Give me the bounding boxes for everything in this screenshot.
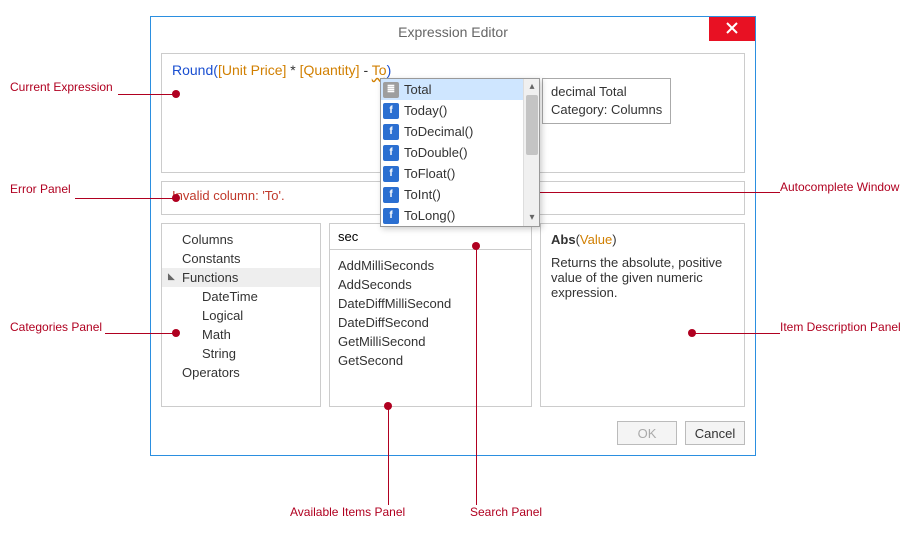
function-icon: f — [383, 124, 399, 140]
function-icon: f — [383, 166, 399, 182]
category-item[interactable]: Operators — [162, 363, 320, 382]
autocomplete-item-label: Total — [404, 83, 431, 96]
category-item[interactable]: Logical — [162, 306, 320, 325]
description-text: Returns the absolute, positive value of … — [551, 255, 734, 300]
current-expression-panel[interactable]: Round([Unit Price] * [Quantity] - To) ≣T… — [161, 53, 745, 173]
autocomplete-item[interactable]: f ToFloat() — [381, 163, 523, 184]
expr-partial-token: To — [372, 62, 387, 78]
search-input[interactable] — [330, 224, 531, 249]
tooltip-line1: decimal Total — [551, 83, 662, 101]
autocomplete-item-label: ToDecimal() — [404, 125, 473, 138]
callout-item-desc-panel: Item Description Panel — [780, 320, 901, 334]
expr-field-unit-price: [Unit Price] — [218, 62, 286, 78]
callout-available-items: Available Items Panel — [290, 505, 405, 519]
autocomplete-item[interactable]: f ToDouble() — [381, 142, 523, 163]
autocomplete-item-label: ToDouble() — [404, 146, 468, 159]
autocomplete-item[interactable]: f ToDecimal() — [381, 121, 523, 142]
lower-container: ColumnsConstantsFunctionsDateTimeLogical… — [161, 223, 745, 407]
expr-field-quantity: [Quantity] — [300, 62, 360, 78]
autocomplete-item-label: ToInt() — [404, 188, 441, 201]
category-item[interactable]: Math — [162, 325, 320, 344]
function-icon: f — [383, 145, 399, 161]
callout-error-panel: Error Panel — [10, 182, 71, 196]
titlebar: Expression Editor — [151, 17, 755, 47]
category-item[interactable]: Constants — [162, 249, 320, 268]
scroll-down-arrow[interactable]: ▾ — [524, 210, 540, 226]
autocomplete-item[interactable]: ≣ Total — [381, 79, 523, 100]
category-item[interactable]: String — [162, 344, 320, 363]
list-item[interactable]: AddMilliSeconds — [338, 256, 523, 275]
callout-current-expression: Current Expression — [10, 80, 113, 94]
autocomplete-item[interactable]: f ToInt() — [381, 184, 523, 205]
search-panel — [330, 224, 531, 250]
category-item[interactable]: Functions — [162, 268, 320, 287]
ok-button[interactable]: OK — [617, 421, 677, 445]
dialog-title: Expression Editor — [398, 24, 508, 40]
cancel-button[interactable]: Cancel — [685, 421, 745, 445]
expression-editor-dialog: Expression Editor Round([Unit Price] * [… — [150, 16, 756, 456]
autocomplete-item-label: ToLong() — [404, 209, 455, 222]
items-list[interactable]: AddMilliSecondsAddSecondsDateDiffMilliSe… — [330, 250, 531, 406]
function-icon: f — [383, 103, 399, 119]
categories-panel[interactable]: ColumnsConstantsFunctionsDateTimeLogical… — [161, 223, 321, 407]
callout-autocomplete-window: Autocomplete Window — [780, 180, 899, 194]
callout-search-panel: Search Panel — [470, 505, 542, 519]
callout-categories-panel: Categories Panel — [10, 320, 102, 334]
autocomplete-item[interactable]: f Today() — [381, 100, 523, 121]
autocomplete-item-label: Today() — [404, 104, 447, 117]
autocomplete-item[interactable]: f ToLong() — [381, 205, 523, 226]
button-row: OK Cancel — [161, 421, 745, 445]
description-signature: Abs(Value) — [551, 232, 734, 247]
item-description-panel: Abs(Value) Returns the absolute, positiv… — [540, 223, 745, 407]
list-item[interactable]: AddSeconds — [338, 275, 523, 294]
function-icon: f — [383, 187, 399, 203]
column-icon: ≣ — [383, 82, 399, 98]
category-item[interactable]: DateTime — [162, 287, 320, 306]
function-icon: f — [383, 208, 399, 224]
category-item[interactable]: Columns — [162, 230, 320, 249]
expr-function: Round — [172, 62, 213, 78]
autocomplete-scrollbar[interactable]: ▴ ▾ — [523, 79, 539, 226]
list-item[interactable]: DateDiffSecond — [338, 313, 523, 332]
close-icon — [726, 21, 738, 37]
error-text: Invalid column: 'To'. — [172, 188, 285, 203]
autocomplete-item-label: ToFloat() — [404, 167, 455, 180]
scroll-thumb[interactable] — [526, 95, 538, 155]
scroll-up-arrow[interactable]: ▴ — [524, 79, 540, 95]
autocomplete-window[interactable]: ≣TotalfToday()fToDecimal()fToDouble()fTo… — [380, 78, 540, 227]
tooltip-line2: Category: Columns — [551, 101, 662, 119]
list-item[interactable]: GetMilliSecond — [338, 332, 523, 351]
close-button[interactable] — [709, 17, 755, 41]
autocomplete-list[interactable]: ≣TotalfToday()fToDecimal()fToDouble()fTo… — [381, 79, 539, 226]
autocomplete-tooltip: decimal Total Category: Columns — [542, 78, 671, 124]
available-items-panel: AddMilliSecondsAddSecondsDateDiffMilliSe… — [329, 223, 532, 407]
list-item[interactable]: DateDiffMilliSecond — [338, 294, 523, 313]
list-item[interactable]: GetSecond — [338, 351, 523, 370]
